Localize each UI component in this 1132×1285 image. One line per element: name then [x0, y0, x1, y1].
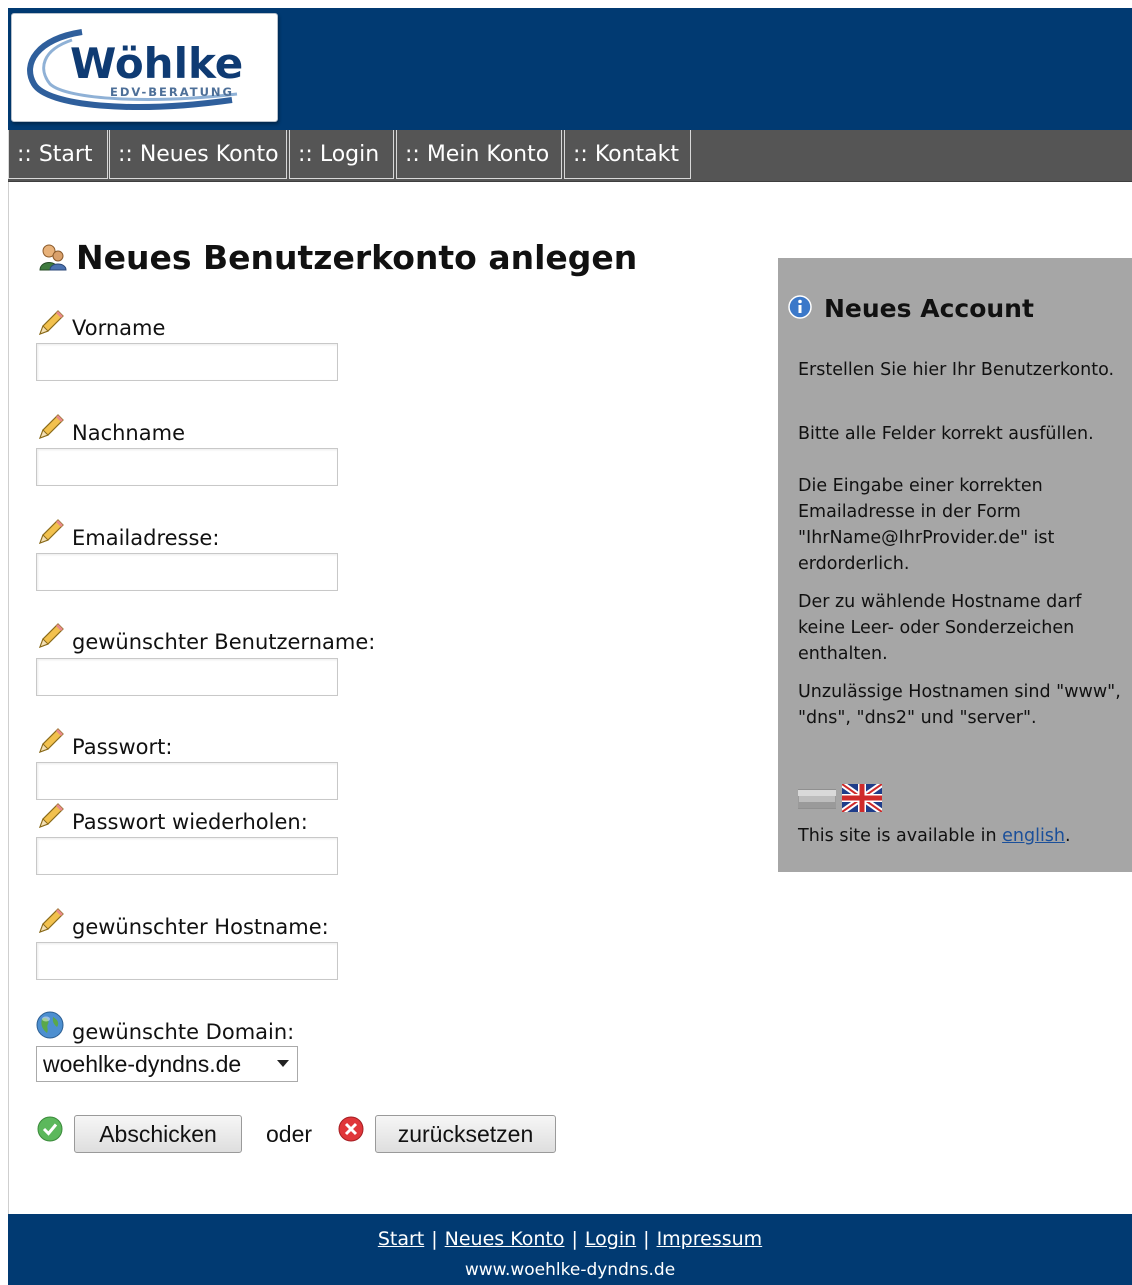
- field-label-email: Emailadresse:: [72, 526, 220, 550]
- footer-link-start[interactable]: Start: [378, 1228, 424, 1250]
- globe-icon: [36, 1011, 64, 1039]
- flag-de-icon[interactable]: [798, 786, 836, 810]
- sidebar-text-intro: Erstellen Sie hier Ihr Benutzerkonto.: [798, 360, 1115, 380]
- nav-neues-konto[interactable]: :: Neues Konto: [109, 130, 287, 179]
- logo-tagline: EDV-BERATUNG: [110, 85, 234, 99]
- nav-start[interactable]: :: Start: [8, 130, 108, 179]
- sidebar-text-hostname: Der zu wählende Hostname darf keine Leer…: [798, 592, 1082, 664]
- footer: Start | Neues Konto | Login | Impressum www.wo…: [8, 1214, 1132, 1285]
- pencil-icon: [38, 310, 64, 336]
- pencil-icon: [38, 908, 64, 934]
- content-border: [8, 182, 9, 1214]
- field-label-hostname: gewünschter Hostname:: [72, 915, 329, 939]
- field-label-username: gewünschter Benutzername:: [72, 630, 376, 654]
- sidebar-text-fields: Bitte alle Felder korrekt ausfüllen.: [798, 424, 1094, 444]
- or-text: oder: [266, 1121, 313, 1147]
- cancel-icon: [338, 1116, 364, 1142]
- submit-button[interactable]: Abschicken: [74, 1115, 242, 1153]
- language-note: This site is available in english.: [798, 826, 1071, 846]
- language-note-suffix: .: [1065, 826, 1071, 846]
- english-link[interactable]: english: [1002, 826, 1065, 846]
- flag-uk-icon[interactable]: [842, 784, 882, 812]
- check-icon: [37, 1116, 63, 1142]
- sidebar-text-email: Die Eingabe einer korrekten Emailadresse…: [798, 476, 1055, 574]
- nachname-input[interactable]: [36, 448, 338, 486]
- user-icon: [39, 244, 67, 271]
- nav-kontakt[interactable]: :: Kontakt: [564, 130, 691, 179]
- nav-mein-konto[interactable]: :: Mein Konto: [396, 130, 562, 179]
- password-repeat-input[interactable]: [36, 837, 338, 875]
- domain-select-value: woehlke-dyndns.de: [43, 1051, 242, 1077]
- reset-button[interactable]: zurücksetzen: [375, 1115, 556, 1153]
- sidebar-text-forbidden: Unzulässige Hostnamen sind "www", "dns",…: [798, 682, 1121, 728]
- footer-url: www.woehlke-dyndns.de: [464, 1260, 676, 1280]
- page-title: Neues Benutzerkonto anlegen: [76, 238, 638, 277]
- vorname-input[interactable]: [36, 343, 338, 381]
- footer-link-login[interactable]: Login: [585, 1228, 636, 1250]
- main-nav: :: Start :: Neues Konto :: Login :: Mein…: [8, 130, 1132, 182]
- pencil-icon: [38, 519, 64, 545]
- footer-link-neues-konto[interactable]: Neues Konto: [445, 1228, 565, 1250]
- field-label-domain: gewünschte Domain:: [72, 1020, 295, 1044]
- password-input[interactable]: [36, 762, 338, 800]
- pencil-icon: [38, 728, 64, 754]
- domain-select[interactable]: woehlke-dyndns.de: [36, 1046, 298, 1082]
- header: Wöhlke EDV-BERATUNG: [8, 8, 1132, 130]
- field-label-password: Passwort:: [72, 735, 173, 759]
- username-input[interactable]: [36, 658, 338, 696]
- page: Wöhlke EDV-BERATUNG :: Start :: Neues Ko…: [8, 8, 1132, 1285]
- footer-separator: |: [431, 1228, 438, 1250]
- language-note-prefix: This site is available in: [798, 826, 1003, 846]
- hostname-input[interactable]: [36, 942, 338, 980]
- field-label-password-repeat: Passwort wiederholen:: [72, 810, 308, 834]
- field-label-nachname: Nachname: [72, 421, 185, 445]
- sidebar-title: Neues Account: [824, 294, 1034, 323]
- footer-separator: |: [571, 1228, 578, 1250]
- info-sidebar: Neues Account Erstellen Sie hier Ihr Ben…: [778, 258, 1132, 872]
- logo-text: Wöhlke: [70, 39, 243, 88]
- footer-links: Start | Neues Konto | Login | Impressum: [8, 1228, 1132, 1250]
- pencil-icon: [38, 414, 64, 440]
- nav-login[interactable]: :: Login: [289, 130, 394, 179]
- logo[interactable]: Wöhlke EDV-BERATUNG: [11, 13, 278, 122]
- footer-link-impressum[interactable]: Impressum: [657, 1228, 763, 1250]
- field-label-vorname: Vorname: [72, 316, 166, 340]
- footer-separator: |: [643, 1228, 650, 1250]
- chevron-down-icon: [277, 1060, 289, 1067]
- pencil-icon: [38, 623, 64, 649]
- info-icon: [788, 295, 812, 319]
- logo-graphic: Wöhlke EDV-BERATUNG: [27, 29, 243, 110]
- pencil-icon: [38, 803, 64, 829]
- email-input[interactable]: [36, 553, 338, 591]
